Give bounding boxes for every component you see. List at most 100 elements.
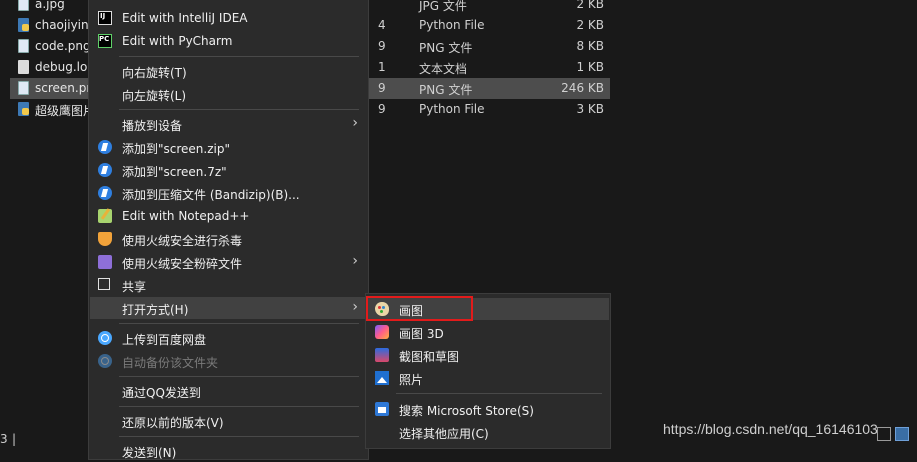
intellij-idea-icon: [98, 11, 112, 25]
menu-item-label: 向右旋转(T): [122, 66, 187, 80]
menu-item-label: 使用火绒安全进行杀毒: [122, 234, 243, 248]
menu-item-auto-backup: 自动备份该文件夹: [90, 350, 368, 372]
image-file-icon: [18, 0, 29, 11]
menu-item-label: Edit with PyCharm: [122, 34, 233, 48]
menu-item-label: 向左旋转(L): [122, 89, 187, 103]
submenu-item-label: 截图和草图: [399, 350, 460, 364]
submenu-divider: [396, 393, 602, 394]
menu-item-add-zip[interactable]: 添加到"screen.zip": [90, 136, 368, 158]
baidu-netdisk-icon: [98, 354, 112, 368]
python-file-icon: [18, 102, 29, 116]
file-size: 1 KB: [576, 60, 604, 74]
notepad-plus-plus-icon: [98, 209, 112, 223]
menu-divider: [119, 323, 359, 324]
file-type: Python File: [419, 102, 485, 116]
menu-divider: [119, 436, 359, 437]
file-date-fragment: 4: [378, 18, 386, 32]
menu-item-cast-to-device[interactable]: 播放到设备 ›: [90, 113, 368, 135]
file-name: 超级鹰图片: [35, 104, 96, 118]
file-type: Python File: [419, 18, 485, 32]
menu-item-label: 共享: [122, 280, 147, 294]
photos-icon: [375, 371, 389, 385]
menu-item-restore-versions[interactable]: 还原以前的版本(V): [90, 410, 368, 432]
menu-item-label: 通过QQ发送到: [122, 386, 201, 400]
huorong-shredder-icon: [98, 255, 112, 269]
annotation-highlight-box: [366, 296, 473, 321]
menu-item-label: 添加到压缩文件 (Bandizip)(B)...: [122, 188, 300, 202]
item-count: 3: [0, 432, 8, 446]
bandizip-icon: [98, 186, 112, 200]
menu-item-huorong-shred[interactable]: 使用火绒安全粉碎文件 ›: [90, 251, 368, 273]
file-type: PNG 文件: [419, 83, 473, 97]
submenu-item-label: 照片: [399, 373, 424, 387]
menu-item-send-qq[interactable]: 通过QQ发送到: [90, 380, 368, 402]
file-type: PNG 文件: [419, 41, 473, 55]
submenu-item-label: 搜索 Microsoft Store(S): [399, 404, 534, 418]
menu-item-edit-notepadpp[interactable]: Edit with Notepad++: [90, 205, 368, 227]
menu-divider: [119, 56, 359, 57]
menu-item-edit-pycharm[interactable]: Edit with PyCharm: [90, 30, 368, 52]
menu-item-label: 使用火绒安全粉碎文件: [122, 257, 243, 271]
menu-item-label: 发送到(N): [122, 446, 177, 460]
file-size: 246 KB: [561, 81, 604, 95]
snip-sketch-icon: [375, 348, 389, 362]
file-name: screen.pn: [35, 81, 94, 95]
menu-item-label: Edit with IntelliJ IDEA: [122, 11, 248, 25]
submenu-item-snip-sketch[interactable]: 截图和草图: [367, 344, 609, 366]
status-separator: |: [12, 432, 17, 446]
bandizip-icon: [98, 163, 112, 177]
image-file-icon: [18, 39, 29, 53]
menu-item-rotate-left[interactable]: 向左旋转(L): [90, 83, 368, 105]
submenu-item-label: 画图 3D: [399, 327, 444, 341]
menu-item-send-to[interactable]: 发送到(N): [90, 440, 368, 462]
huorong-shield-icon: [98, 232, 112, 246]
menu-divider: [119, 376, 359, 377]
file-date-fragment: 9: [378, 39, 386, 53]
menu-item-rotate-right[interactable]: 向右旋转(T): [90, 60, 368, 82]
submenu-item-label: 选择其他应用(C): [399, 427, 489, 441]
share-icon: [98, 278, 110, 290]
submenu-item-paint-3d[interactable]: 画图 3D: [367, 321, 609, 343]
context-menu: Edit with IntelliJ IDEA Edit with PyChar…: [88, 0, 369, 460]
menu-item-label: 还原以前的版本(V): [122, 416, 224, 430]
view-toggle: [873, 427, 909, 444]
menu-item-label: 自动备份该文件夹: [122, 356, 219, 370]
file-name: debug.lo: [35, 60, 88, 74]
menu-item-label: 添加到"screen.7z": [122, 165, 227, 179]
file-date-fragment: 9: [378, 102, 386, 116]
large-icons-view-icon[interactable]: [895, 427, 909, 441]
file-name: chaojiyin: [35, 18, 89, 32]
menu-item-huorong-scan[interactable]: 使用火绒安全进行杀毒: [90, 228, 368, 250]
file-date-fragment: 9: [378, 81, 386, 95]
watermark-url: https://blog.csdn.net/qq_16146103: [663, 421, 878, 437]
menu-item-label: 播放到设备: [122, 119, 183, 133]
image-file-icon: [18, 81, 29, 95]
menu-divider: [119, 406, 359, 407]
python-file-icon: [18, 18, 29, 32]
menu-item-label: Edit with Notepad++: [122, 209, 250, 223]
submenu-item-photos[interactable]: 照片: [367, 367, 609, 389]
menu-item-add-7z[interactable]: 添加到"screen.7z": [90, 159, 368, 181]
submenu-item-search-store[interactable]: 搜索 Microsoft Store(S): [367, 398, 609, 420]
menu-item-add-archive[interactable]: 添加到压缩文件 (Bandizip)(B)...: [90, 182, 368, 204]
chevron-right-icon: ›: [352, 253, 358, 269]
text-file-icon: [18, 60, 29, 74]
menu-item-share[interactable]: 共享: [90, 274, 368, 296]
chevron-right-icon: ›: [352, 299, 358, 315]
file-date-fragment: 1: [378, 60, 386, 74]
file-name: code.png: [35, 39, 91, 53]
details-view-icon[interactable]: [877, 427, 891, 441]
file-type: 文本文档: [419, 62, 468, 76]
pycharm-icon: [98, 34, 112, 48]
menu-item-open-with[interactable]: 打开方式(H) ›: [90, 297, 368, 319]
menu-item-label: 添加到"screen.zip": [122, 142, 230, 156]
submenu-item-choose-other[interactable]: 选择其他应用(C): [367, 421, 609, 443]
file-name: a.jpg: [35, 0, 65, 11]
menu-item-label: 上传到百度网盘: [122, 333, 207, 347]
file-size: 8 KB: [576, 39, 604, 53]
file-size: 2 KB: [576, 18, 604, 32]
menu-item-edit-intellij[interactable]: Edit with IntelliJ IDEA: [90, 7, 368, 29]
menu-item-upload-baidu[interactable]: 上传到百度网盘: [90, 327, 368, 349]
microsoft-store-icon: [375, 402, 389, 416]
bandizip-icon: [98, 140, 112, 154]
